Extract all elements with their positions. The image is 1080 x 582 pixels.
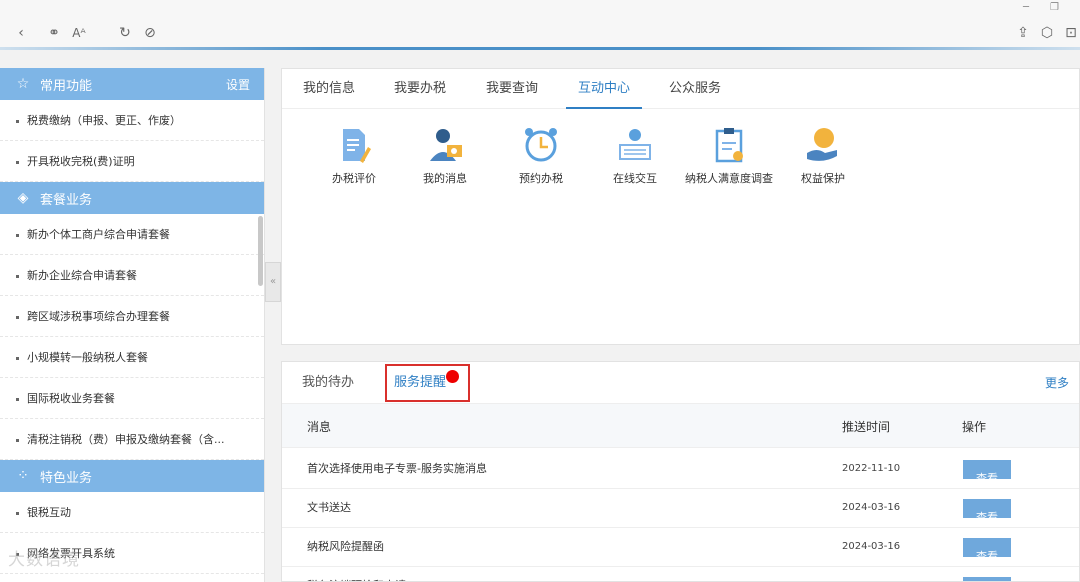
func-online-interaction[interactable]: 在线交互 — [590, 125, 680, 185]
section-title: 套餐业务 — [40, 192, 93, 208]
notification-dot — [446, 370, 459, 383]
func-label: 预约办税 — [519, 172, 563, 185]
col-message: 消息 — [307, 420, 332, 434]
reminder-tabs: 我的待办 服务提醒 更多 — [282, 362, 1079, 404]
row-message: 首次选择使用电子专票-服务实施消息 — [307, 462, 487, 475]
section-title: 常用功能 — [40, 78, 93, 94]
tab-my-info[interactable]: 我的信息 — [303, 69, 355, 109]
refresh-icon[interactable]: ↻ — [116, 24, 134, 42]
row-time: 2024-03-16 — [842, 541, 901, 552]
grid-icon: ⁘ — [17, 468, 29, 484]
back-icon[interactable]: ‹ — [12, 24, 30, 42]
main-tabs: 我的信息 我要办税 我要查询 互动中心 公众服务 — [282, 69, 1079, 109]
settings-link[interactable]: 设置 — [226, 76, 250, 93]
hand-coin-icon — [807, 128, 837, 161]
table-row: 纳税风险提醒函 2024-03-16 查看 — [282, 528, 1079, 567]
sidebar-item[interactable]: 清税注销税（费）申报及缴纳套餐（含... — [0, 419, 264, 460]
func-my-messages[interactable]: 我的消息 — [400, 125, 490, 185]
row-time: 2022-11-10 — [842, 463, 901, 474]
tab-my-todo[interactable]: 我的待办 — [302, 362, 354, 404]
bottom-panel: 我的待办 服务提醒 更多 消息 推送时间 操作 首次选择使用电子专票-服务实施消… — [281, 361, 1080, 582]
top-panel: 我的信息 我要办税 我要查询 互动中心 公众服务 办税评价 我的消息 预约办税 — [281, 68, 1080, 345]
row-message: 纳税风险提醒函 — [307, 540, 384, 553]
clipboard-survey-icon — [715, 128, 743, 163]
row-time: 2024-03-16 — [842, 567, 900, 581]
sidebar-item-label: 清税注销税（费）申报及缴纳套餐（含... — [27, 433, 225, 446]
alarm-clock-icon — [525, 128, 557, 162]
view-button[interactable]: 查看 — [963, 577, 1011, 581]
extension-icon[interactable]: ⬡ — [1038, 24, 1056, 42]
func-rights-protection[interactable]: 权益保护 — [778, 125, 868, 185]
sidebar-item[interactable]: 小规模转一般纳税人套餐 — [0, 337, 264, 378]
sidebar-section-featured[interactable]: ⁘ 特色业务 — [0, 460, 264, 492]
keyboard-globe-icon — [619, 129, 651, 160]
sidebar-item-label: 国际税收业务套餐 — [27, 392, 115, 405]
layers-icon: ◈ — [17, 190, 29, 206]
table-header: 消息 推送时间 操作 — [282, 404, 1079, 448]
sidebar-item-label: 小规模转一般纳税人套餐 — [27, 351, 148, 364]
tab-do-tax[interactable]: 我要办税 — [394, 69, 446, 109]
table-row: 文书送达 2024-03-16 查看 — [282, 489, 1079, 528]
func-appointment[interactable]: 预约办税 — [496, 125, 586, 185]
func-label: 办税评价 — [332, 172, 376, 185]
sidebar-item-label: 银税互动 — [27, 506, 71, 519]
col-time: 推送时间 — [842, 420, 891, 434]
highlight-box — [385, 364, 470, 402]
func-satisfaction-survey[interactable]: 纳税人满意度调查 — [684, 125, 774, 185]
view-button[interactable]: 查看 — [963, 538, 1011, 563]
section-title: 特色业务 — [40, 470, 93, 486]
sidebar-item-label: 新办个体工商户综合申请套餐 — [27, 228, 170, 241]
sidebar-item-label: 开具税收完税(费)证明 — [27, 155, 135, 168]
row-time: 2024-03-16 — [842, 502, 901, 513]
compass-icon[interactable]: ⊘ — [141, 24, 159, 42]
sidebar-collapse-handle[interactable]: « — [265, 262, 281, 302]
table-row: 首次选择使用电子专票-服务实施消息 2022-11-10 查看 — [282, 450, 1079, 489]
sidebar-item-label: 新办企业综合申请套餐 — [27, 269, 137, 282]
func-label: 权益保护 — [801, 172, 845, 185]
col-action: 操作 — [962, 420, 987, 434]
restore-icon[interactable]: ❐ — [1050, 2, 1059, 13]
star-icon: ☆ — [16, 76, 30, 92]
more-link[interactable]: 更多 — [1045, 362, 1069, 404]
sidebar-item[interactable]: 新办个体工商户综合申请套餐 — [0, 214, 264, 255]
link-icon[interactable]: ⚭ — [45, 24, 63, 42]
table-row: 税务注销预检和申请 2024-03-16 查看 — [282, 567, 1079, 581]
func-label: 我的消息 — [423, 172, 467, 185]
sidebar: ☆ 常用功能 设置 税费缴纳（申报、更正、作废） 开具税收完税(费)证明 ◈ 套… — [0, 68, 265, 582]
edit-document-icon — [343, 129, 371, 163]
person-message-icon — [430, 129, 462, 161]
func-tax-evaluation[interactable]: 办税评价 — [309, 125, 399, 185]
browser-toolbar: ─ ❐ ‹ ⚭ Aᴬ ↻ ⊘ ⇪ ⬡ ⊡ — [0, 0, 1080, 50]
sidebar-item[interactable]: 新办企业综合申请套餐 — [0, 255, 264, 296]
sidebar-section-package[interactable]: ◈ 套餐业务 — [0, 182, 264, 214]
watermark: 大数语境 — [8, 550, 80, 570]
sidebar-section-common[interactable]: ☆ 常用功能 设置 — [0, 68, 264, 100]
sidebar-item-label: 跨区域涉税事项综合办理套餐 — [27, 310, 170, 323]
sidebar-item-label: 税费缴纳（申报、更正、作废） — [27, 114, 181, 127]
minimize-icon[interactable]: ─ — [1023, 2, 1029, 13]
row-message: 文书送达 — [307, 501, 351, 514]
read-aloud-icon[interactable]: Aᴬ — [70, 24, 88, 42]
lock-icon[interactable]: ⊡ — [1062, 24, 1080, 42]
func-label: 在线交互 — [613, 172, 657, 185]
sidebar-item[interactable]: 跨区域涉税事项综合办理套餐 — [0, 296, 264, 337]
sidebar-item[interactable]: 银税互动 — [0, 492, 264, 533]
tab-interaction-center[interactable]: 互动中心 — [566, 69, 643, 109]
share-icon[interactable]: ⇪ — [1014, 24, 1032, 42]
page-top-accent — [0, 47, 1080, 50]
sidebar-item[interactable]: 开具税收完税(费)证明 — [0, 141, 264, 182]
tab-query[interactable]: 我要查询 — [486, 69, 538, 109]
sidebar-scrollbar[interactable] — [258, 216, 263, 286]
sidebar-item[interactable]: 税费缴纳（申报、更正、作废） — [0, 100, 264, 141]
view-button[interactable]: 查看 — [963, 499, 1011, 524]
tab-public-service[interactable]: 公众服务 — [669, 69, 721, 109]
view-button[interactable]: 查看 — [963, 460, 1011, 485]
sidebar-item[interactable]: 国际税收业务套餐 — [0, 378, 264, 419]
func-label: 纳税人满意度调查 — [685, 172, 773, 185]
row-message: 税务注销预检和申请 — [307, 567, 406, 581]
